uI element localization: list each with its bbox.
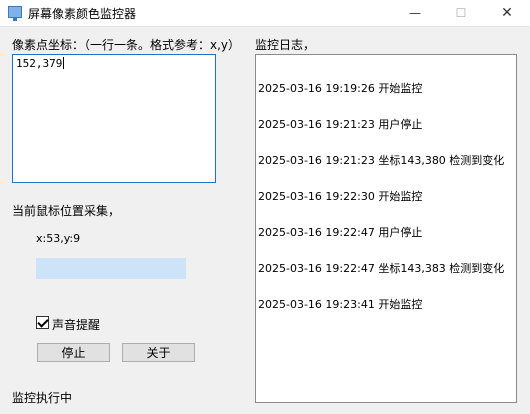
close-button[interactable]: ✕	[484, 0, 530, 26]
stop-button[interactable]: 停止	[37, 343, 110, 362]
log-line: 2025-03-16 19:21:23 用户停止	[258, 118, 423, 131]
sound-alert-label[interactable]: 声音提醒	[52, 316, 100, 333]
mouse-position-text: x:53,y:9	[36, 232, 81, 245]
coords-label: 像素点坐标：（一行一条。格式参考：x,y）	[12, 38, 241, 52]
log-line: 2025-03-16 19:21:23 坐标143,380 检测到变化	[258, 154, 505, 167]
log-label: 监控日志，	[255, 38, 316, 52]
text-caret	[63, 57, 65, 69]
coords-input[interactable]: 152,379	[12, 54, 216, 183]
app-icon	[8, 6, 22, 21]
minimize-button[interactable]: —	[392, 0, 438, 26]
log-line: 2025-03-16 19:22:30 开始监控	[258, 190, 423, 203]
title-bar: 屏幕像素颜色监控器 — ☐ ✕	[0, 0, 530, 27]
about-button[interactable]: 关于	[122, 343, 195, 362]
sound-alert-checkbox[interactable]	[36, 316, 49, 329]
capture-label: 当前鼠标位置采集，	[12, 204, 121, 218]
maximize-button[interactable]: ☐	[438, 0, 484, 26]
log-line: 2025-03-16 19:22:47 坐标143,383 检测到变化	[258, 262, 505, 275]
log-line: 2025-03-16 19:23:41 开始监控	[258, 298, 423, 311]
log-line: 2025-03-16 19:19:26 开始监控	[258, 82, 423, 95]
coords-value: 152,379	[16, 57, 63, 70]
log-line: 2025-03-16 19:22:47 用户停止	[258, 226, 423, 239]
status-text: 监控执行中	[12, 391, 73, 405]
log-textbox[interactable]: 2025-03-16 19:19:26 开始监控 2025-03-16 19:2…	[255, 54, 517, 403]
color-preview	[36, 258, 186, 279]
window-title: 屏幕像素颜色监控器	[28, 7, 137, 21]
